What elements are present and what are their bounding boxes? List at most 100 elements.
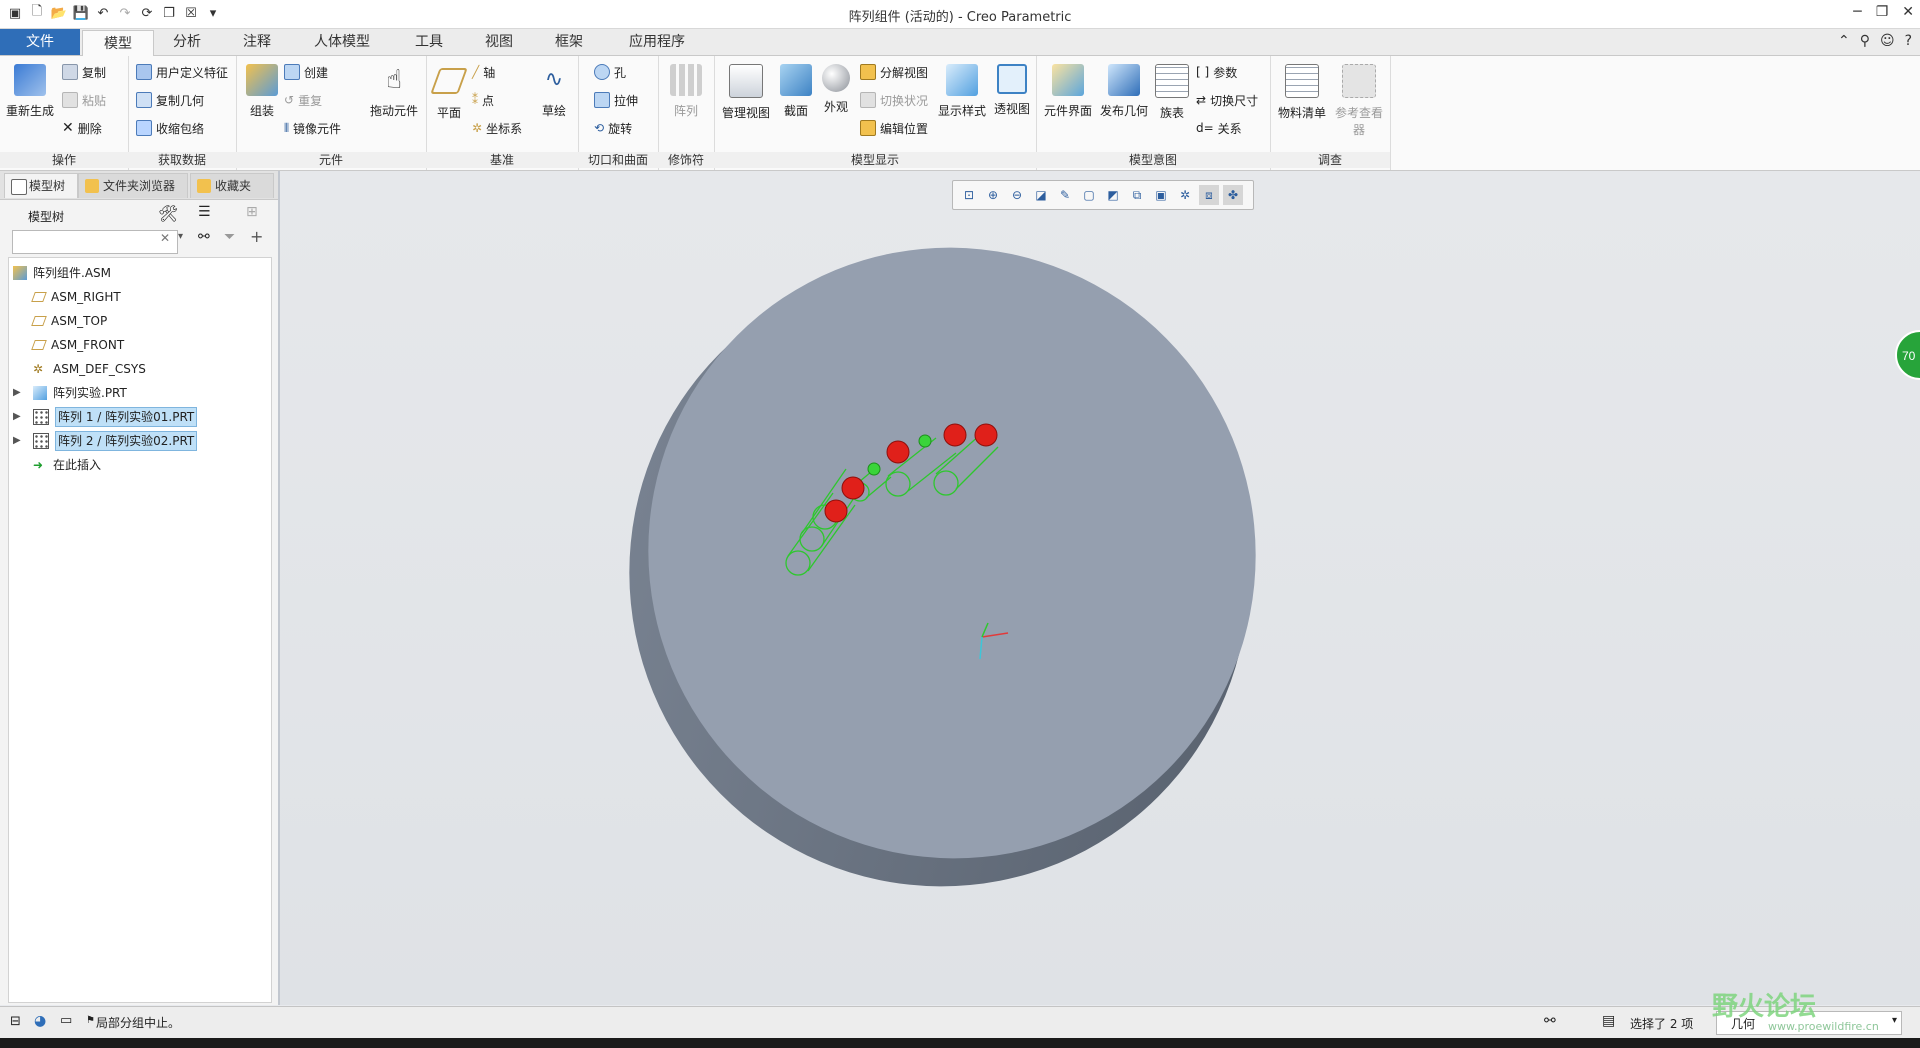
find-icon[interactable]: ⚯ bbox=[1544, 1013, 1556, 1029]
display-style-icon[interactable]: ◩ bbox=[1103, 185, 1123, 205]
tab-model[interactable]: 模型 bbox=[82, 30, 154, 57]
csys-button[interactable]: ✲ 坐标系 bbox=[472, 118, 522, 138]
udf-button[interactable]: 用户定义特征 bbox=[136, 62, 228, 82]
tab-tools[interactable]: 工具 bbox=[400, 29, 458, 55]
zoom-out-icon[interactable]: ⊖ bbox=[1007, 185, 1027, 205]
tab-analysis[interactable]: 分析 bbox=[158, 29, 216, 55]
tab-framework[interactable]: 框架 bbox=[540, 29, 598, 55]
toggle-status-button[interactable]: 切换状况 bbox=[860, 90, 928, 110]
add-icon[interactable]: + bbox=[250, 227, 263, 246]
explode-view-button[interactable]: 分解视图 bbox=[860, 62, 928, 82]
copy-geometry-button[interactable]: 复制几何 bbox=[136, 90, 204, 110]
browser-toggle-icon[interactable]: ◕ bbox=[34, 1013, 46, 1029]
view-orient-icon[interactable]: ✎ bbox=[1055, 185, 1075, 205]
tab-view[interactable]: 视图 bbox=[470, 29, 528, 55]
delete-button[interactable]: ✕ 删除 bbox=[62, 118, 102, 138]
saved-views-icon[interactable]: ▢ bbox=[1079, 185, 1099, 205]
drag-component-button[interactable]: ☝ 拖动元件 bbox=[366, 64, 422, 119]
parameters-button[interactable]: [ ] 参数 bbox=[1196, 62, 1237, 82]
family-table-button[interactable]: 族表 bbox=[1154, 64, 1190, 121]
bom-button[interactable]: 物料清单 bbox=[1276, 64, 1328, 121]
tab-annotate[interactable]: 注释 bbox=[228, 29, 286, 55]
find-binoculars-icon[interactable]: ⚯ bbox=[198, 229, 210, 245]
tree-node-asm-right[interactable]: ASM_RIGHT bbox=[31, 286, 121, 308]
axis-button[interactable]: ╱ 轴 bbox=[472, 62, 495, 82]
zoom-in-icon[interactable]: ⊕ bbox=[983, 185, 1003, 205]
copy-button[interactable]: 复制 bbox=[62, 62, 106, 82]
tree-node-pattern-1[interactable]: 阵列 1 / 阵列实验01.PRT bbox=[33, 406, 198, 428]
expand-arrow-icon[interactable]: ▶ bbox=[13, 411, 21, 422]
navigator-toggle-icon[interactable]: ⊟ bbox=[10, 1014, 21, 1029]
tree-settings-icon[interactable]: 🛠 bbox=[158, 204, 178, 223]
clear-search-icon[interactable]: ✕ bbox=[160, 231, 170, 245]
plane-button[interactable]: 平面 bbox=[430, 64, 468, 121]
tab-model-tree[interactable]: 模型树 bbox=[4, 173, 78, 198]
refit-icon[interactable]: ⊡ bbox=[959, 185, 979, 205]
reference-viewer-button[interactable]: 参考查看器 bbox=[1332, 64, 1386, 138]
group-label-operations[interactable]: 操作 bbox=[0, 152, 128, 168]
publish-geometry-button[interactable]: 发布几何 bbox=[1096, 64, 1152, 119]
collapse-ribbon-icon[interactable]: ⌃ bbox=[1838, 33, 1850, 49]
repaint-icon[interactable]: ◪ bbox=[1031, 185, 1051, 205]
annotation-display-icon[interactable]: ⧈ bbox=[1199, 185, 1219, 205]
minimize-icon[interactable]: ─ bbox=[1853, 4, 1861, 20]
edit-position-button[interactable]: 编辑位置 bbox=[860, 118, 928, 138]
hole-button[interactable]: 孔 bbox=[594, 62, 626, 82]
tree-node-asm-front[interactable]: ASM_FRONT bbox=[31, 334, 124, 356]
mirror-component-button[interactable]: ⫴ 镜像元件 bbox=[284, 118, 341, 138]
perspective-view-icon[interactable]: ▣ bbox=[1151, 185, 1171, 205]
paste-button[interactable]: 粘贴 bbox=[62, 90, 106, 110]
appearance-button[interactable]: 外观 bbox=[818, 64, 854, 115]
assemble-button[interactable]: 组装 bbox=[242, 64, 282, 119]
expand-arrow-icon[interactable]: ▶ bbox=[13, 387, 21, 398]
graphics-window[interactable]: 70 bbox=[280, 171, 1920, 1005]
group-label-component[interactable]: 元件 bbox=[236, 152, 426, 168]
revolve-button[interactable]: ⟲ 旋转 bbox=[594, 118, 632, 138]
expand-arrow-icon[interactable]: ▶ bbox=[13, 435, 21, 446]
component-interface-button[interactable]: 元件界面 bbox=[1042, 64, 1094, 119]
repeat-button[interactable]: ↺ 重复 bbox=[284, 90, 322, 110]
tree-show-icon[interactable]: ☰ bbox=[198, 204, 211, 220]
extrude-button[interactable]: 拉伸 bbox=[594, 90, 638, 110]
group-label-modifiers[interactable]: 修饰符 bbox=[658, 152, 714, 168]
search-dropdown-icon[interactable]: ▾ bbox=[178, 231, 183, 242]
search-icon[interactable]: ⚲ bbox=[1860, 33, 1870, 49]
tree-node-asm-top[interactable]: ASM_TOP bbox=[31, 310, 107, 332]
point-button[interactable]: ⁑ 点 bbox=[472, 90, 494, 110]
regenerate-button[interactable]: 重新生成 bbox=[4, 64, 56, 119]
datum-display-icon[interactable]: ✲ bbox=[1175, 185, 1195, 205]
view-manager-icon[interactable]: ⧉ bbox=[1127, 185, 1147, 205]
group-label-cut-surface[interactable]: 切口和曲面 bbox=[578, 152, 658, 168]
close-icon[interactable]: ✕ bbox=[1902, 4, 1914, 20]
sketch-button[interactable]: ∿ 草绘 bbox=[536, 64, 572, 119]
tab-folder-browser[interactable]: 文件夹浏览器 bbox=[78, 173, 188, 198]
group-label-get-data[interactable]: 获取数据 bbox=[128, 152, 236, 168]
group-label-model-display[interactable]: 模型显示 bbox=[714, 152, 1036, 168]
group-label-investigate[interactable]: 调查 bbox=[1270, 152, 1390, 168]
spin-center-icon[interactable]: ✤ bbox=[1223, 185, 1243, 205]
restore-icon[interactable]: ❐ bbox=[1876, 4, 1889, 20]
display-style-button[interactable]: 显示样式 bbox=[934, 64, 990, 119]
manage-views-button[interactable]: 管理视图 bbox=[718, 64, 774, 121]
tree-node-insert-here[interactable]: ➜ 在此插入 bbox=[33, 454, 101, 476]
tree-node-root[interactable]: 阵列组件.ASM bbox=[13, 262, 111, 284]
shrinkwrap-button[interactable]: 收缩包络 bbox=[136, 118, 204, 138]
tree-node-part[interactable]: 阵列实验.PRT bbox=[33, 382, 127, 404]
help-icon[interactable]: ? bbox=[1905, 33, 1912, 49]
filter-icon[interactable]: ⏷ bbox=[224, 229, 235, 245]
tab-applications[interactable]: 应用程序 bbox=[612, 29, 702, 55]
tree-node-pattern-2[interactable]: 阵列 2 / 阵列实验02.PRT bbox=[33, 430, 198, 452]
community-icon[interactable]: ☺ bbox=[1880, 33, 1895, 49]
tree-columns-icon[interactable]: ⊞ bbox=[246, 204, 258, 220]
relations-button[interactable]: d= 关系 bbox=[1196, 118, 1242, 138]
group-label-datum[interactable]: 基准 bbox=[426, 152, 578, 168]
pattern-button[interactable]: 阵列 bbox=[664, 64, 708, 119]
create-button[interactable]: 创建 bbox=[284, 62, 328, 82]
switch-dimensions-button[interactable]: ⇄ 切换尺寸 bbox=[1196, 90, 1258, 110]
perspective-button[interactable]: 透视图 bbox=[992, 64, 1032, 117]
tab-favorites[interactable]: 收藏夹 bbox=[190, 173, 274, 198]
group-label-model-intent[interactable]: 模型意图 bbox=[1036, 152, 1270, 168]
section-button[interactable]: 截面 bbox=[778, 64, 814, 119]
selection-buffer-icon[interactable]: ▤ bbox=[1602, 1013, 1615, 1029]
tab-file[interactable]: 文件 bbox=[0, 29, 80, 55]
